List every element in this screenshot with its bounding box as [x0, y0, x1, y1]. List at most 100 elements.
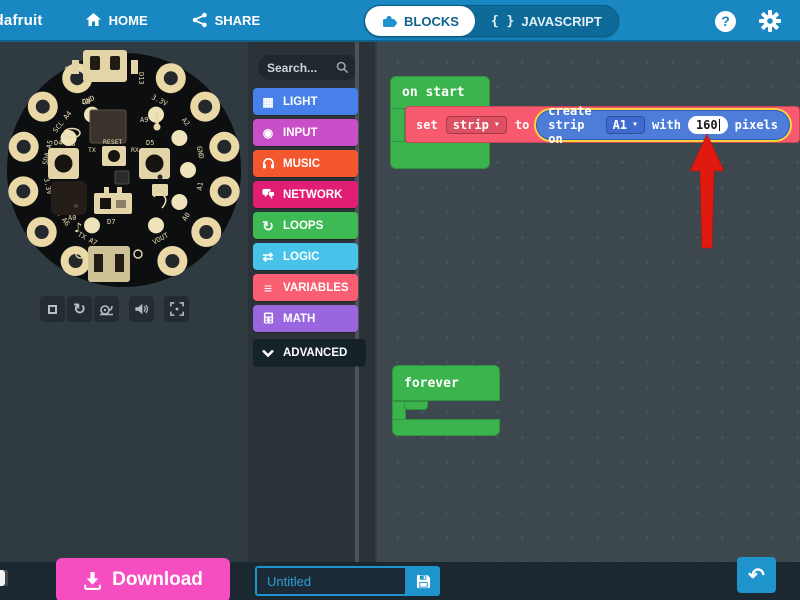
download-label: Download [112, 569, 203, 591]
home-button[interactable]: HOME [71, 0, 162, 41]
dropdown-arrow-icon: ▾ [632, 119, 638, 130]
share-icon [192, 12, 208, 28]
pixels-count-field[interactable]: 160 [688, 116, 728, 134]
category-input[interactable]: ◉ INPUT [253, 119, 358, 146]
category-label: VARIABLES [283, 282, 349, 294]
save-icon [416, 574, 431, 589]
fullscreen-icon [170, 302, 184, 316]
share-label: SHARE [215, 13, 261, 28]
search-placeholder: Search... [267, 61, 317, 75]
home-label: HOME [109, 13, 148, 28]
set-variable-block[interactable]: set strip ▾ to create strip on A1 ▾ with… [405, 106, 800, 143]
settings-gear-icon[interactable] [758, 9, 782, 33]
category-label: ADVANCED [283, 347, 347, 359]
blocks-workspace[interactable]: on start set strip ▾ to create strip on … [375, 42, 800, 562]
undo-icon: ↶ [748, 563, 765, 588]
pixels-label: pixels [735, 118, 778, 132]
board-music-note-icon: ♪ [74, 221, 82, 236]
variable-dropdown[interactable]: strip ▾ [446, 116, 507, 134]
snail-icon [99, 303, 114, 316]
category-label: MATH [283, 313, 315, 325]
category-network[interactable]: NETWORK [253, 181, 358, 208]
circuit-playground-board: 3.3V A2 GND A1 A0 VOUT TX A7 RX A6 3.3V … [4, 48, 244, 288]
sim-stop-button[interactable] [40, 296, 65, 322]
set-label: set [416, 118, 438, 132]
category-variables[interactable]: ≡ VARIABLES [253, 274, 358, 301]
search-icon [336, 61, 349, 74]
category-label: INPUT [283, 127, 318, 139]
svg-text:RESET: RESET [103, 138, 123, 146]
puzzle-icon [381, 13, 397, 29]
board-speaker-dot [74, 204, 78, 208]
button-icon: ◉ [261, 127, 275, 139]
category-logic[interactable]: ⇄ LOGIC [253, 243, 358, 270]
chat-icon [261, 188, 275, 202]
sim-slowmo-button[interactable] [94, 296, 119, 322]
undo-button[interactable]: ↶ [737, 557, 776, 593]
category-label: LOOPS [283, 220, 323, 232]
help-button[interactable]: ? [715, 11, 736, 32]
board-accelerometer [115, 171, 129, 184]
board-a8-label: A8 [67, 140, 75, 148]
tab-javascript[interactable]: { } JAVASCRIPT [475, 6, 618, 36]
list-icon: ≡ [261, 281, 275, 295]
pixels-count-value: 160 [696, 118, 718, 132]
svg-text:RX: RX [131, 146, 139, 154]
project-name-group [255, 566, 440, 596]
forever-block-bottom[interactable] [392, 419, 500, 436]
adafruit-logo[interactable]: adafruit [0, 12, 43, 29]
text-cursor [719, 119, 720, 131]
top-bar: adafruit HOME SHARE BLO [0, 0, 800, 42]
on-start-block[interactable]: on start [390, 76, 490, 109]
calculator-icon [261, 312, 275, 326]
shuffle-icon: ⇄ [261, 250, 275, 263]
svg-text:On: On [63, 66, 71, 74]
category-math[interactable]: MATH [253, 305, 358, 332]
topbar-right-actions: ? [715, 0, 782, 42]
toolbox-categories: ▦ LIGHT ◉ INPUT MUSIC [253, 88, 370, 370]
svg-text:D7: D7 [107, 218, 115, 226]
to-label: to [515, 118, 529, 132]
pin-dropdown[interactable]: A1 ▾ [606, 116, 645, 134]
home-icon [85, 12, 102, 28]
create-strip-block[interactable]: create strip on A1 ▾ with 160 pixels [537, 111, 789, 139]
category-music[interactable]: MUSIC [253, 150, 358, 177]
grid-icon: ▦ [261, 96, 275, 108]
simulator-panel: 3.3V A2 GND A1 A0 VOUT TX A7 RX A6 3.3V … [0, 42, 248, 562]
svg-text:D13: D13 [137, 72, 145, 85]
svg-text:A9: A9 [140, 116, 148, 124]
category-loops[interactable]: ↻ LOOPS [253, 212, 358, 239]
svg-text:TX: TX [88, 146, 96, 154]
category-label: LIGHT [283, 96, 318, 108]
category-label: NETWORK [283, 189, 342, 201]
variable-dropdown-value: strip [453, 118, 489, 132]
pin-dropdown-value: A1 [613, 118, 627, 132]
forever-block[interactable]: forever [392, 365, 500, 401]
sim-fullscreen-button[interactable] [164, 296, 189, 322]
on-start-block-spine[interactable] [390, 108, 405, 144]
with-label: with [652, 118, 681, 132]
save-button[interactable] [407, 566, 440, 596]
sim-restart-button[interactable]: ↻ [67, 296, 92, 322]
board-speaker [51, 181, 87, 215]
category-light[interactable]: ▦ LIGHT [253, 88, 358, 115]
help-icon: ? [721, 13, 730, 29]
makecode-app: adafruit HOME SHARE BLO [0, 0, 800, 600]
toolbox-search[interactable]: Search... [258, 55, 358, 80]
svg-text:D5: D5 [146, 139, 154, 147]
board-d8-label: D8 [82, 98, 90, 106]
sim-mute-button[interactable] [129, 296, 154, 322]
category-label: MUSIC [283, 158, 320, 170]
on-start-block-bottom[interactable] [390, 141, 490, 169]
speaker-icon [134, 302, 149, 316]
share-button[interactable]: SHARE [178, 0, 275, 41]
project-name-input[interactable] [255, 566, 407, 596]
chevron-down-icon [261, 347, 275, 359]
blocks-tab-label: BLOCKS [404, 14, 459, 29]
dropdown-arrow-icon: ▾ [494, 119, 500, 130]
svg-text:A1: A1 [196, 181, 206, 191]
category-advanced[interactable]: ADVANCED [253, 339, 366, 366]
download-button[interactable]: Download [56, 558, 230, 600]
simulator-controls: ↻ [40, 296, 191, 322]
tab-blocks[interactable]: BLOCKS [365, 6, 475, 36]
